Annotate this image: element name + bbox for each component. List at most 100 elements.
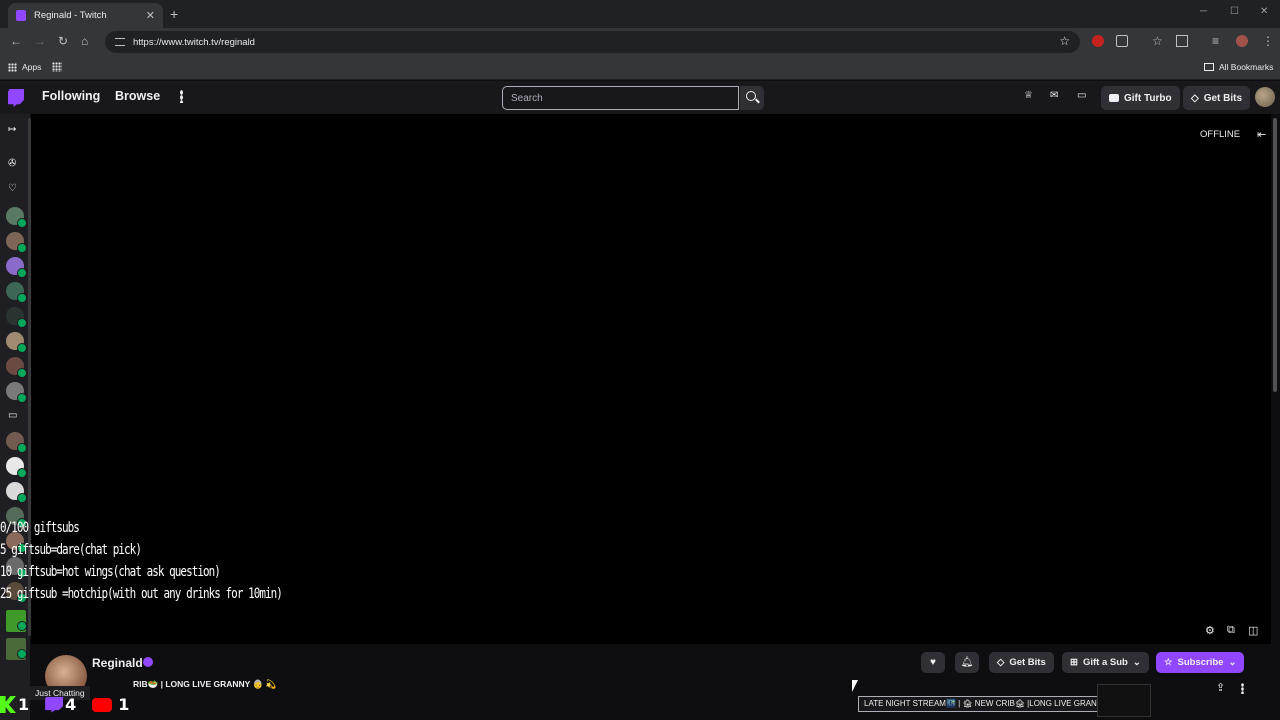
notifications-icon[interactable]: ▭	[1077, 90, 1089, 102]
browser-tab-bar: Reginald - Twitch ✕ + ─ ☐ ✕	[0, 0, 1280, 28]
gift-icon: ⊞	[1070, 657, 1078, 668]
clip-icon[interactable]: ⧉	[1227, 624, 1235, 637]
inbox-icon[interactable]: ✉	[1050, 90, 1062, 102]
tab-close-icon[interactable]: ✕	[146, 9, 155, 22]
url-bar[interactable]: https://www.twitch.tv/reginald ☆	[105, 31, 1080, 53]
followed-channels-sidebar: ↦ ✇ ♡ ▭	[0, 114, 30, 720]
url-text: https://www.twitch.tv/reginald	[133, 36, 255, 48]
tab-title: Reginald - Twitch	[34, 10, 107, 21]
all-bookmarks[interactable]: All Bookmarks	[1204, 62, 1273, 72]
twitch-logo-icon[interactable]	[8, 89, 24, 107]
get-bits-channel-button[interactable]: ◇ Get Bits	[989, 652, 1054, 673]
more-vertical-icon[interactable]	[1241, 683, 1244, 694]
apps-bookmark[interactable]: Apps	[8, 62, 41, 72]
channel-avatar[interactable]	[6, 357, 27, 378]
forward-icon[interactable]: →	[34, 34, 46, 48]
channel-avatar[interactable]	[6, 282, 27, 303]
nav-browse[interactable]: Browse	[115, 89, 160, 103]
browser-toolbar: ← → ↻ ⌂ https://www.twitch.tv/reginald ☆…	[0, 28, 1280, 56]
all-bookmarks-label: All Bookmarks	[1219, 62, 1274, 72]
kick-icon	[0, 696, 16, 713]
back-icon[interactable]: ←	[10, 34, 22, 48]
bookmarks-bar: Apps All Bookmarks	[0, 56, 1280, 80]
browser-tab[interactable]: Reginald - Twitch ✕	[8, 3, 163, 28]
gift-turbo-button[interactable]: Gift Turbo	[1101, 86, 1180, 110]
subscribe-label: Subscribe	[1177, 657, 1224, 668]
new-tab-icon[interactable]: +	[170, 6, 178, 22]
twitch-icon	[45, 696, 64, 713]
turbo-icon	[1109, 94, 1119, 102]
window-close-icon[interactable]: ✕	[1260, 6, 1268, 17]
channel-avatar[interactable]	[6, 432, 27, 453]
twitch-viewer-count: 4	[65, 695, 77, 714]
tab-groups-icon[interactable]	[52, 62, 62, 72]
gift-sub-label: Gift a Sub	[1082, 657, 1128, 668]
share-icon[interactable]: ⇪	[1216, 681, 1225, 694]
folder-icon	[1204, 63, 1214, 71]
mouse-cursor-icon	[852, 680, 858, 692]
prime-crown-icon[interactable]: ♕	[1024, 90, 1036, 102]
collapse-chat-icon[interactable]: ⇤	[1257, 128, 1266, 141]
get-bits-button[interactable]: ◇ Get Bits	[1183, 86, 1251, 110]
channel-avatar[interactable]	[6, 257, 27, 278]
search-button[interactable]	[740, 86, 764, 110]
settings-gear-icon[interactable]: ⚙	[1205, 624, 1215, 637]
media-icon[interactable]: ≡	[1212, 34, 1219, 48]
subscribe-button[interactable]: ☆ Subscribe ⌄	[1156, 652, 1245, 673]
expand-sidebar-icon[interactable]: ↦	[8, 124, 16, 135]
page-scrollbar[interactable]	[1273, 118, 1277, 392]
channel-avatar[interactable]	[6, 207, 27, 228]
verified-badge-icon	[143, 657, 153, 667]
apps-label: Apps	[22, 62, 42, 72]
side-panel-icon[interactable]	[1176, 35, 1188, 47]
channel-avatar[interactable]	[6, 232, 27, 253]
bookmark-star-icon[interactable]: ☆	[1059, 34, 1070, 48]
stream-title: RIB🥗 | LONG LIVE GRANNY 👵 💫	[133, 679, 277, 689]
site-info-icon[interactable]	[115, 38, 125, 46]
recommended-icon: ✇	[8, 158, 17, 169]
extensions-puzzle-icon[interactable]	[1116, 35, 1128, 47]
channel-avatar[interactable]	[6, 382, 27, 403]
browser-menu-icon[interactable]: ⋮	[1262, 34, 1274, 48]
sidebar-scrollbar[interactable]	[28, 118, 31, 636]
chevron-down-icon: ⌄	[1228, 657, 1237, 668]
followed-heart-icon: ♡	[8, 183, 17, 194]
maximize-icon[interactable]: ☐	[1230, 6, 1239, 17]
theatre-mode-icon[interactable]: ◫	[1248, 624, 1258, 637]
channel-thumbnail[interactable]	[6, 638, 27, 660]
kick-viewer-count: 1	[18, 695, 30, 714]
extension-icon[interactable]	[1092, 35, 1104, 47]
profile-avatar-icon[interactable]	[1236, 35, 1248, 47]
channel-name[interactable]: Reginald	[92, 656, 143, 670]
channel-avatar[interactable]	[6, 332, 27, 353]
channel-avatar[interactable]	[6, 307, 27, 328]
live-camera-icon: ▭	[8, 410, 18, 421]
nav-following[interactable]: Following	[42, 89, 100, 103]
overlay-line: 5 giftsub=dare(chat pick)	[0, 542, 142, 558]
apps-grid-icon	[8, 62, 17, 72]
gift-sub-button[interactable]: ⊞ Gift a Sub ⌄	[1062, 652, 1149, 673]
get-bits-channel-label: Get Bits	[1009, 657, 1046, 668]
channel-avatar[interactable]	[6, 482, 27, 503]
channel-avatar[interactable]	[6, 457, 27, 478]
reload-icon[interactable]: ↻	[58, 34, 68, 48]
get-bits-label: Get Bits	[1203, 92, 1243, 104]
preview-thumbnail	[1097, 684, 1151, 717]
home-icon[interactable]: ⌂	[81, 34, 88, 48]
favorites-icon[interactable]: ☆	[1152, 34, 1163, 48]
minimize-icon[interactable]: ─	[1200, 6, 1207, 17]
notification-bell-icon[interactable]: 🔔︎	[955, 652, 979, 673]
twitch-top-nav: Following Browse Search ♕ ✉ ▭ Gift Turbo…	[0, 81, 1280, 114]
follow-heart-icon[interactable]: ♥	[921, 652, 945, 673]
star-icon: ☆	[1164, 657, 1173, 668]
more-options-icon[interactable]	[180, 90, 183, 103]
channel-thumbnail[interactable]	[6, 610, 27, 632]
multistream-stats: 1 4 1	[0, 695, 129, 714]
overlay-line: 25 giftsub =hotchip(with out any drinks …	[0, 586, 283, 602]
user-avatar[interactable]	[1255, 87, 1275, 107]
offline-status: OFFLINE	[1200, 129, 1241, 140]
twitch-favicon-icon	[16, 10, 26, 21]
youtube-icon	[92, 697, 113, 712]
search-input[interactable]: Search	[502, 86, 739, 110]
title-tooltip: LATE NIGHT STREAM🌃 | 🏚 NEW CRIB🏚 |LONG L…	[858, 696, 1098, 712]
